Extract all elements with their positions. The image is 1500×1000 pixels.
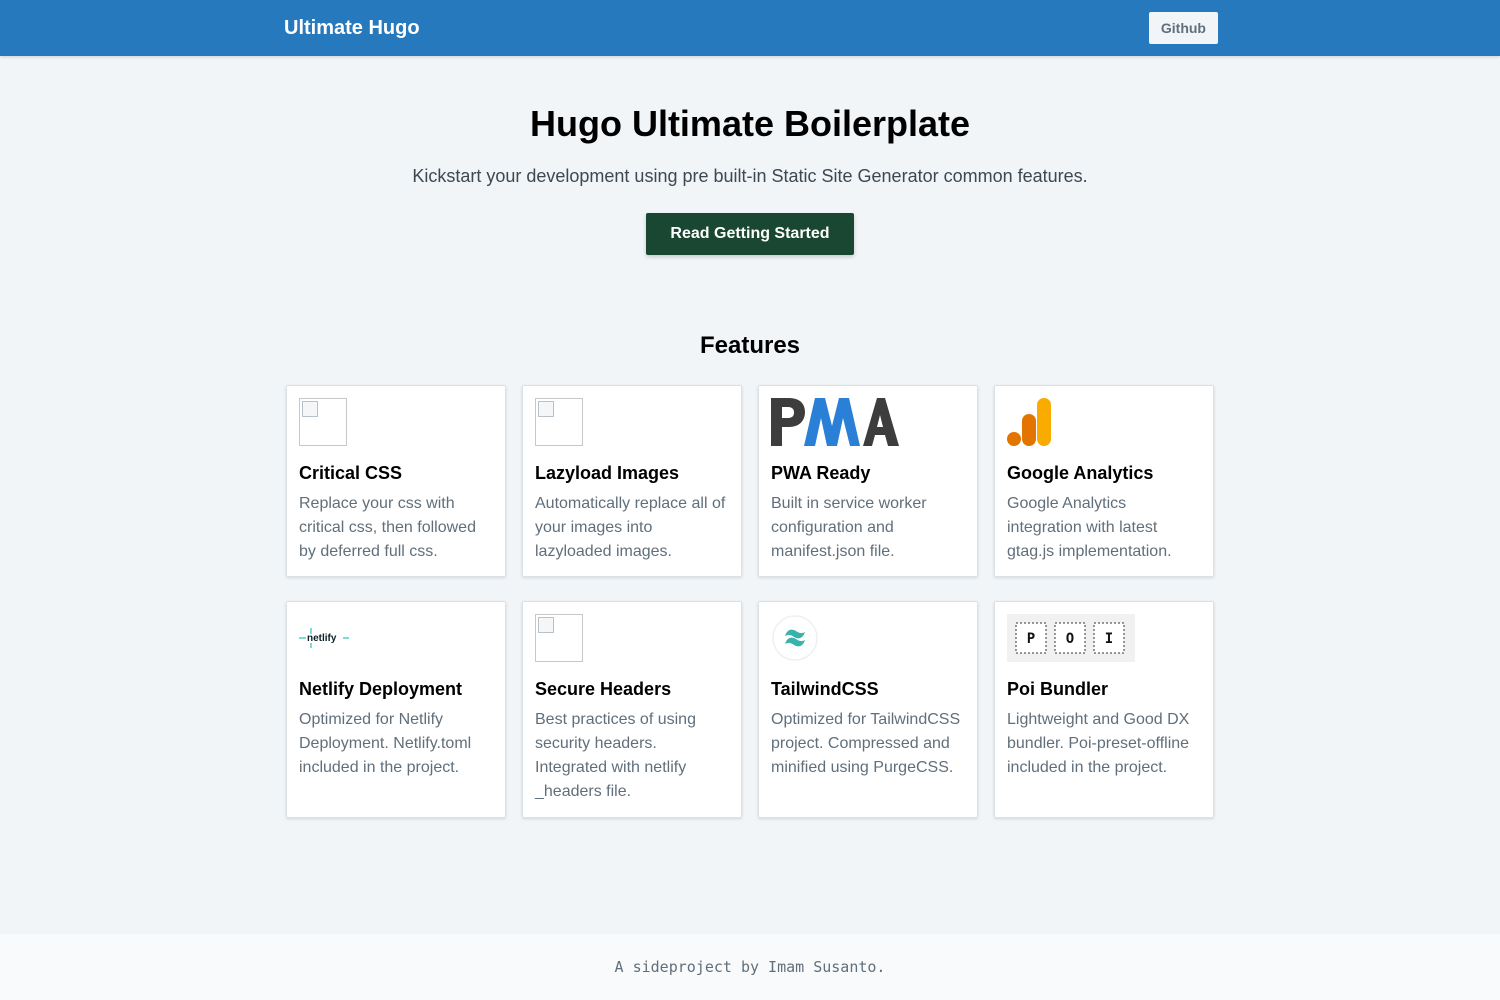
- feature-card-google-analytics: Google Analytics Google Analytics integr…: [994, 385, 1214, 577]
- feature-description: Optimized for TailwindCSS project. Compr…: [771, 711, 961, 776]
- feature-description: Google Analytics integration with latest…: [1007, 495, 1172, 560]
- github-button[interactable]: Github: [1148, 12, 1218, 44]
- feature-card-lazyload-images: Lazyload Images Automatically replace al…: [522, 385, 742, 577]
- poi-letter: P: [1027, 631, 1035, 647]
- brand-link[interactable]: Ultimate Hugo: [284, 17, 420, 40]
- broken-image-icon: [535, 398, 583, 446]
- feature-card-critical-css: Critical CSS Replace your css with criti…: [286, 385, 506, 577]
- hero-section: Hugo Ultimate Boilerplate Kickstart your…: [0, 56, 1500, 255]
- feature-title: Google Analytics: [1007, 463, 1154, 483]
- broken-image-icon: [299, 398, 347, 446]
- feature-title: Critical CSS: [299, 463, 403, 483]
- broken-image-icon: [535, 614, 583, 662]
- feature-description: Built in service worker configuration an…: [771, 495, 927, 560]
- feature-description: Best practices of using security headers…: [535, 711, 696, 800]
- google-analytics-icon: [1007, 398, 1051, 446]
- netlify-logo-icon: netlify: [299, 628, 349, 648]
- pwa-logo-icon: [771, 398, 899, 446]
- feature-title: Poi Bundler: [1007, 679, 1109, 699]
- features-heading: Features: [699, 332, 801, 359]
- navbar-container: Ultimate Hugo Github: [282, 0, 1218, 56]
- feature-card-tailwindcss: TailwindCSS Optimized for TailwindCSS pr…: [758, 601, 978, 818]
- poi-letter: O: [1066, 631, 1074, 647]
- features-section: Features Critical CSS Replace your css w…: [0, 331, 1500, 818]
- feature-card-netlify-deployment: netlify Netlify Deployment Optimized for…: [286, 601, 506, 818]
- page-title: Hugo Ultimate Boilerplate: [529, 103, 971, 144]
- feature-description: Lightweight and Good DX bundler. Poi-pre…: [1007, 711, 1190, 776]
- poi-logo-icon: P O I: [1007, 614, 1135, 662]
- feature-card-pwa-ready: PWA Ready Built in service worker config…: [758, 385, 978, 577]
- feature-description: Automatically replace all of your images…: [535, 495, 726, 560]
- feature-description: Optimized for Netlify Deployment. Netlif…: [299, 711, 472, 776]
- feature-card-secure-headers: Secure Headers Best practices of using s…: [522, 601, 742, 818]
- netlify-logo-text: netlify: [307, 633, 337, 644]
- feature-title: Lazyload Images: [535, 463, 680, 483]
- poi-letter: I: [1105, 631, 1113, 647]
- tailwind-logo-icon: [772, 615, 818, 661]
- feature-description: Replace your css with critical css, then…: [299, 495, 476, 560]
- feature-title: Netlify Deployment: [299, 679, 463, 699]
- feature-title: PWA Ready: [771, 463, 871, 483]
- feature-title: TailwindCSS: [771, 679, 879, 699]
- read-getting-started-button[interactable]: Read Getting Started: [646, 213, 854, 255]
- hero-subtitle: Kickstart your development using pre bui…: [412, 166, 1088, 186]
- feature-title: Secure Headers: [535, 679, 672, 699]
- top-navbar: Ultimate Hugo Github: [0, 0, 1500, 56]
- features-grid: Critical CSS Replace your css with criti…: [286, 385, 1214, 818]
- footer-text: A sideproject by Imam Susanto.: [614, 958, 886, 976]
- feature-card-poi-bundler: P O I Poi Bundler Lightweight and Good D…: [994, 601, 1214, 818]
- page-footer: A sideproject by Imam Susanto.: [0, 934, 1500, 1000]
